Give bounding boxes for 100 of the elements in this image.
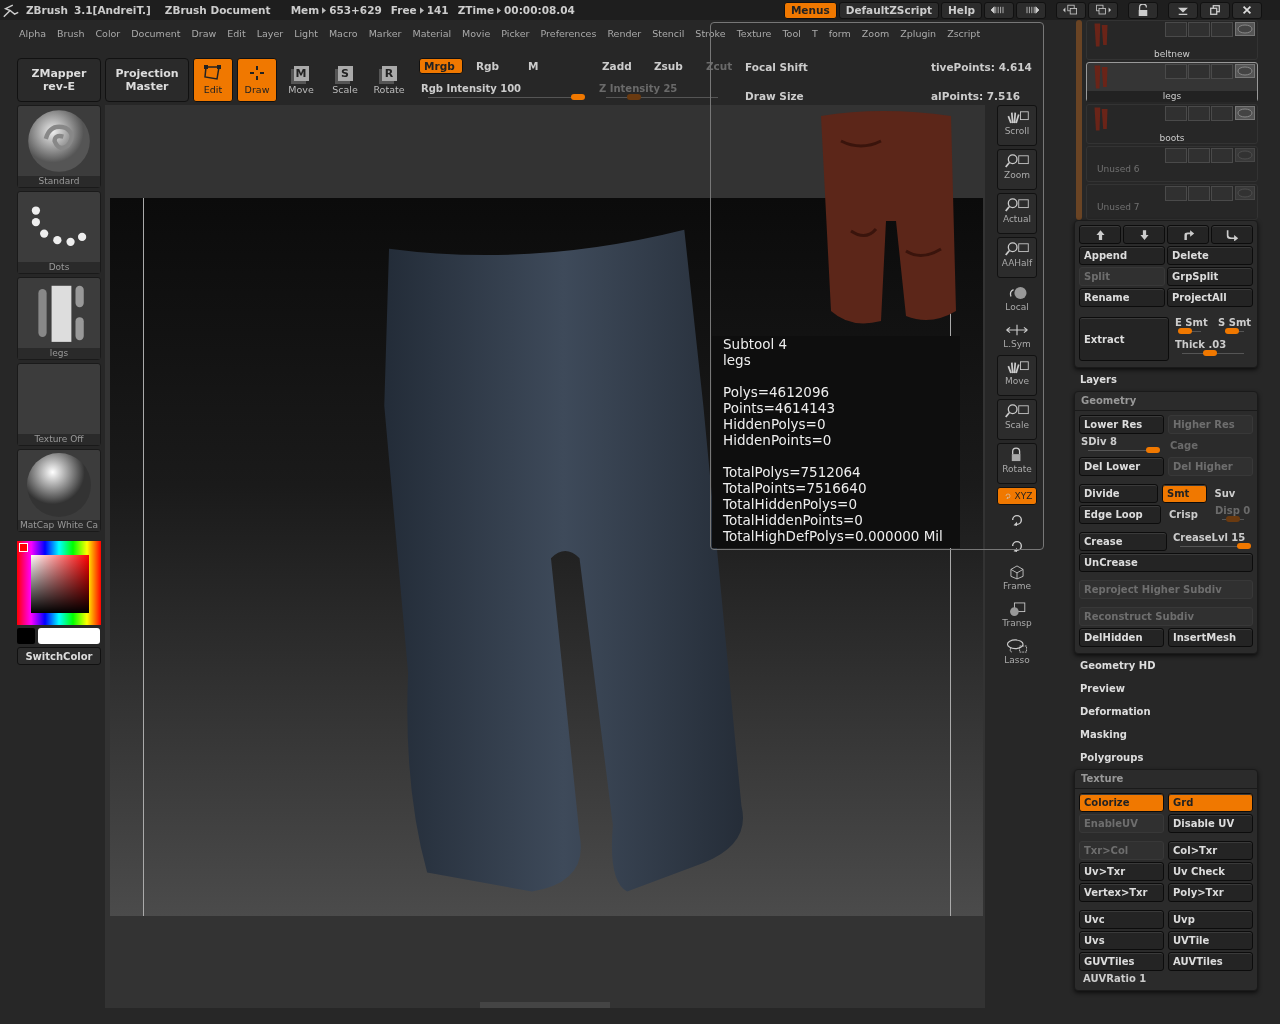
section-header[interactable]: Preview	[1074, 677, 1258, 700]
menu-item[interactable]: Macro	[328, 27, 358, 39]
brush-thumbnail[interactable]: Standard	[17, 105, 101, 188]
stroke-thumbnail[interactable]: Dots	[17, 191, 101, 274]
layer-slot[interactable]	[1211, 64, 1233, 79]
panel-button[interactable]: Divide	[1079, 484, 1158, 503]
panel-button[interactable]: Smt	[1162, 484, 1207, 503]
scale-button[interactable]: Scale	[997, 399, 1037, 440]
menu-item[interactable]: Movie	[462, 27, 491, 39]
section-title[interactable]: Geometry	[1075, 392, 1257, 411]
panel-button[interactable]: AUVTiles	[1168, 952, 1253, 971]
panel-button[interactable]: Del Lower	[1079, 457, 1164, 476]
menu-item[interactable]: Render	[607, 27, 642, 39]
move-subtool-button[interactable]	[1167, 225, 1209, 244]
zmapper-button[interactable]: ZMapper rev-E	[17, 58, 101, 102]
menu-item[interactable]: Color	[95, 27, 121, 39]
layer-slot[interactable]	[1188, 148, 1210, 163]
move-subtool-button[interactable]	[1123, 225, 1165, 244]
section-header[interactable]: Deformation	[1074, 700, 1258, 723]
menu-item[interactable]: Stencil	[652, 27, 685, 39]
slider-thumb[interactable]	[1224, 328, 1239, 334]
layer-slot[interactable]	[1165, 186, 1187, 201]
layer-slot[interactable]	[1188, 186, 1210, 201]
symmetry-button[interactable]: L.Sym	[997, 318, 1037, 352]
sculpt-mode-button[interactable]: Zadd	[597, 58, 641, 74]
texture-thumbnail[interactable]: Texture Off	[17, 363, 101, 446]
section-header[interactable]: Masking	[1074, 723, 1258, 746]
panel-button[interactable]: InsertMesh	[1168, 628, 1253, 647]
eye-icon[interactable]	[1235, 64, 1255, 78]
section-title[interactable]: Texture	[1075, 770, 1257, 789]
sculpt-mode-button[interactable]: Zsub	[649, 58, 693, 74]
scroll-button[interactable]: Scroll	[997, 105, 1037, 146]
value-slider[interactable]: E Smt	[1173, 317, 1210, 339]
menu-item[interactable]: Picker	[501, 27, 530, 39]
slider-thumb[interactable]	[1177, 328, 1192, 334]
lasso-button[interactable]: Lasso	[997, 634, 1037, 668]
layer-slot[interactable]	[1188, 106, 1210, 121]
subtool-button[interactable]: Rename	[1079, 288, 1165, 307]
subtool-item[interactable]: boots	[1086, 104, 1258, 144]
xyz-rotate-button[interactable]: XYZ	[997, 487, 1037, 505]
menu-item[interactable]: Material	[412, 27, 452, 39]
subtool-button[interactable]: GrpSplit	[1167, 267, 1253, 286]
panel-button[interactable]: DelHidden	[1079, 628, 1164, 647]
lock-button[interactable]	[1128, 1, 1158, 19]
value-slider[interactable]: SDiv 8	[1079, 436, 1162, 455]
shift-right-button[interactable]	[1016, 1, 1046, 19]
layer-slot[interactable]	[1165, 106, 1187, 121]
restore-button[interactable]	[1200, 1, 1230, 19]
title-bar-button[interactable]: DefaultZScript	[838, 1, 939, 19]
menu-item[interactable]: Edit	[227, 27, 246, 39]
menu-item[interactable]: form	[828, 27, 851, 39]
layer-slot[interactable]	[1165, 64, 1187, 79]
toggle-button[interactable]: Crisp	[1165, 505, 1209, 524]
layer-slot[interactable]	[1165, 148, 1187, 163]
rotate-button[interactable]: R Rotate	[369, 58, 409, 102]
panel-button[interactable]: Edge Loop	[1079, 505, 1161, 524]
subtool-button[interactable]: Append	[1079, 246, 1165, 265]
panel-button[interactable]: Col>Txr	[1168, 841, 1253, 860]
panel-button[interactable]: Poly>Txr	[1168, 883, 1253, 902]
panel-button[interactable]: Disable UV	[1168, 814, 1253, 833]
scale-button[interactable]: S Scale	[325, 58, 365, 102]
subtool-button[interactable]: ProjectAll	[1167, 288, 1253, 307]
scroll-handle[interactable]	[480, 1002, 610, 1008]
shift-left-button[interactable]	[984, 1, 1014, 19]
value-slider[interactable]: Thick .03	[1173, 339, 1253, 361]
color-mode-button[interactable]: Mrgb	[419, 58, 463, 74]
subtool-button[interactable]: Delete	[1167, 246, 1253, 265]
secondary-color-swatch[interactable]	[38, 628, 100, 644]
layer-slot[interactable]	[1188, 64, 1210, 79]
panel-button[interactable]: Colorize	[1079, 793, 1164, 812]
minimize-button[interactable]	[1168, 1, 1198, 19]
frame-button[interactable]: Frame	[997, 560, 1037, 594]
menu-item[interactable]: Zoom	[861, 27, 890, 39]
move-subtool-button[interactable]	[1211, 225, 1253, 244]
switch-color-button[interactable]: SwitchColor	[17, 647, 101, 665]
panel-button[interactable]: Uvp	[1168, 910, 1253, 929]
projection-master-button[interactable]: Projection Master	[105, 58, 189, 102]
zoom-button[interactable]: Zoom	[997, 149, 1037, 190]
primary-color-swatch[interactable]	[17, 628, 35, 644]
menu-item[interactable]: T	[811, 27, 818, 39]
move-button[interactable]: Move	[997, 355, 1037, 396]
slider-thumb[interactable]	[1146, 447, 1160, 453]
slider-thumb[interactable]	[1237, 543, 1251, 549]
title-bar-button[interactable]: Menus	[783, 1, 837, 19]
menu-item[interactable]: Zplugin	[900, 27, 937, 39]
menu-item[interactable]: Brush	[57, 27, 85, 39]
value-slider[interactable]: CreaseLvl 15	[1171, 532, 1253, 551]
color-picker[interactable]	[17, 541, 101, 625]
panel-button[interactable]: Uvs	[1079, 931, 1164, 950]
menu-item[interactable]: Alpha	[19, 27, 46, 39]
panel-button[interactable]: Vertex>Txr	[1079, 883, 1164, 902]
section-header[interactable]: Layers	[1074, 368, 1258, 391]
layer-slot[interactable]	[1211, 106, 1233, 121]
rotate-button[interactable]: Rotate	[997, 443, 1037, 484]
layer-slot[interactable]	[1211, 186, 1233, 201]
panel-button[interactable]: Uv>Txr	[1079, 862, 1164, 881]
local-button[interactable]: Local	[997, 281, 1037, 315]
material-thumbnail[interactable]: MatCap White Ca	[17, 449, 101, 532]
section-header[interactable]: Polygroups	[1074, 746, 1258, 769]
toggle-button[interactable]: Suv	[1210, 484, 1253, 503]
